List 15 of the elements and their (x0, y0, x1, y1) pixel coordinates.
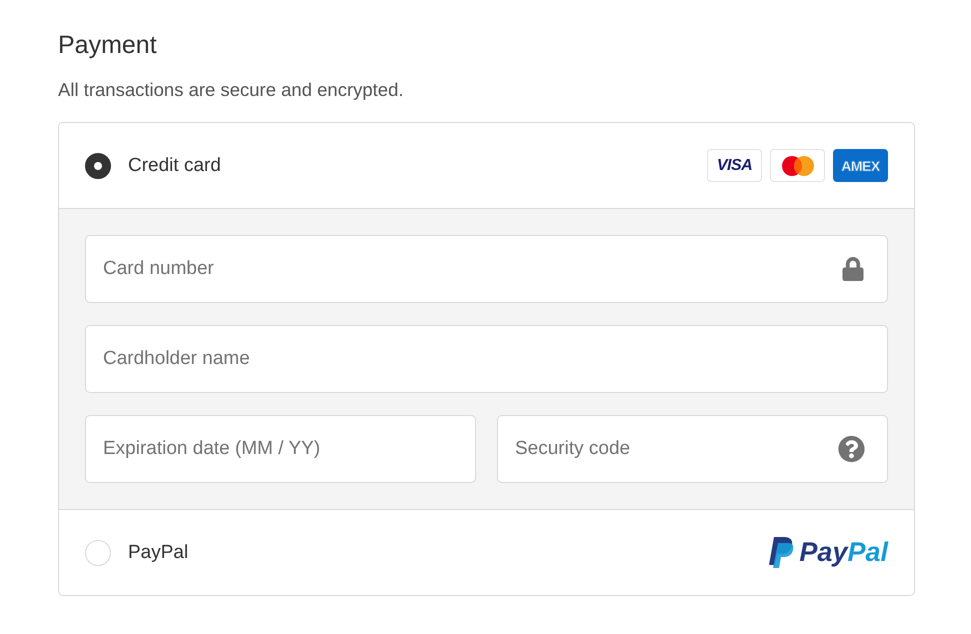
method-label: PayPal (128, 542, 190, 564)
method-label: Credit card (128, 154, 222, 176)
input-field[interactable]: Cardholder name (85, 325, 888, 393)
help-icon[interactable] (838, 436, 865, 462)
paypal-logo: PayPal (768, 536, 888, 568)
input-field[interactable]: Card number (85, 235, 888, 303)
input-field[interactable]: Expiration date (MM / YY) (85, 415, 476, 483)
visa-logo: VISA (707, 149, 762, 182)
amex-logo: AMEX (833, 149, 888, 182)
input-field[interactable]: Security code (497, 415, 888, 483)
mastercard-logo (770, 149, 825, 182)
security-note: All transactions are secure and encrypted. (58, 78, 405, 102)
lock-icon (841, 257, 865, 281)
radio-button[interactable] (85, 152, 111, 178)
section-title: Payment (58, 30, 158, 61)
